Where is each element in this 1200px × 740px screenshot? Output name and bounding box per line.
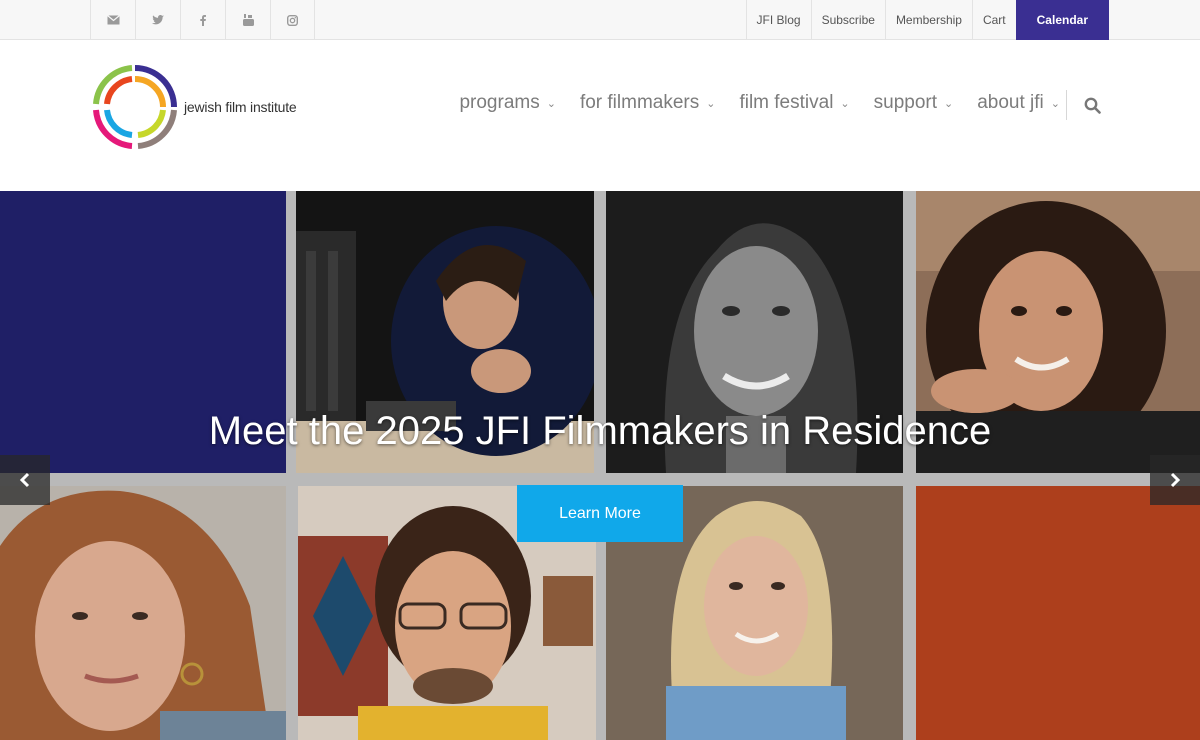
facebook-icon[interactable] (180, 0, 225, 40)
carousel-prev-button[interactable] (0, 455, 50, 505)
hero-title: Meet the 2025 JFI Filmmakers in Residenc… (208, 409, 992, 453)
nav-label: for filmmakers (579, 92, 700, 113)
twitter-icon[interactable] (135, 0, 180, 40)
search-icon[interactable] (1084, 97, 1102, 115)
membership-link[interactable]: Membership (884, 0, 972, 40)
logo-text: jewish film institute (184, 99, 297, 115)
instagram-icon[interactable] (270, 0, 315, 40)
envelope-icon[interactable] (90, 0, 135, 40)
nav-support[interactable]: support ⌄ (874, 92, 954, 114)
main-nav: programs ⌄ for filmmakers ⌄ film festiva… (435, 92, 1060, 114)
chevron-down-icon: ⌄ (944, 97, 954, 110)
nav-divider (1066, 90, 1067, 120)
learn-more-button[interactable]: Learn More (517, 485, 683, 542)
nav-label: programs (459, 92, 540, 113)
carousel-next-button[interactable] (1150, 455, 1200, 505)
chevron-down-icon: ⌄ (840, 97, 850, 110)
chevron-down-icon: ⌄ (546, 97, 556, 110)
nav-label: support (873, 92, 938, 113)
filmmaker-photo-red-hair (0, 486, 286, 740)
nav-label: film festival (739, 92, 834, 113)
site-header: jewish film institute programs ⌄ for fil… (0, 40, 1200, 191)
chevron-right-icon (1170, 472, 1181, 488)
chevron-down-icon: ⌄ (1050, 97, 1060, 110)
jfi-blog-link[interactable]: JFI Blog (745, 0, 811, 40)
chevron-down-icon: ⌄ (706, 97, 716, 110)
logo-rings-icon (93, 65, 177, 149)
nav-label: about jfi (977, 92, 1044, 113)
nav-for-filmmakers[interactable]: for filmmakers ⌄ (580, 92, 716, 114)
nav-programs[interactable]: programs ⌄ (459, 92, 555, 114)
subscribe-link[interactable]: Subscribe (810, 0, 885, 40)
utility-links: JFI Blog Subscribe Membership Cart Calen… (745, 0, 1109, 40)
youtube-icon[interactable] (225, 0, 270, 40)
chevron-left-icon (19, 472, 30, 488)
hero-carousel: Meet the 2025 JFI Filmmakers in Residenc… (0, 191, 1200, 740)
nav-about-jfi[interactable]: about jfi ⌄ (977, 92, 1060, 114)
orange-color-tile (916, 486, 1200, 740)
top-bar: JFI Blog Subscribe Membership Cart Calen… (0, 0, 1200, 40)
cart-link[interactable]: Cart (971, 0, 1016, 40)
social-links (90, 0, 315, 40)
nav-film-festival[interactable]: film festival ⌄ (739, 92, 849, 114)
site-logo[interactable]: jewish film institute (92, 63, 312, 151)
calendar-button[interactable]: Calendar (1015, 0, 1109, 40)
